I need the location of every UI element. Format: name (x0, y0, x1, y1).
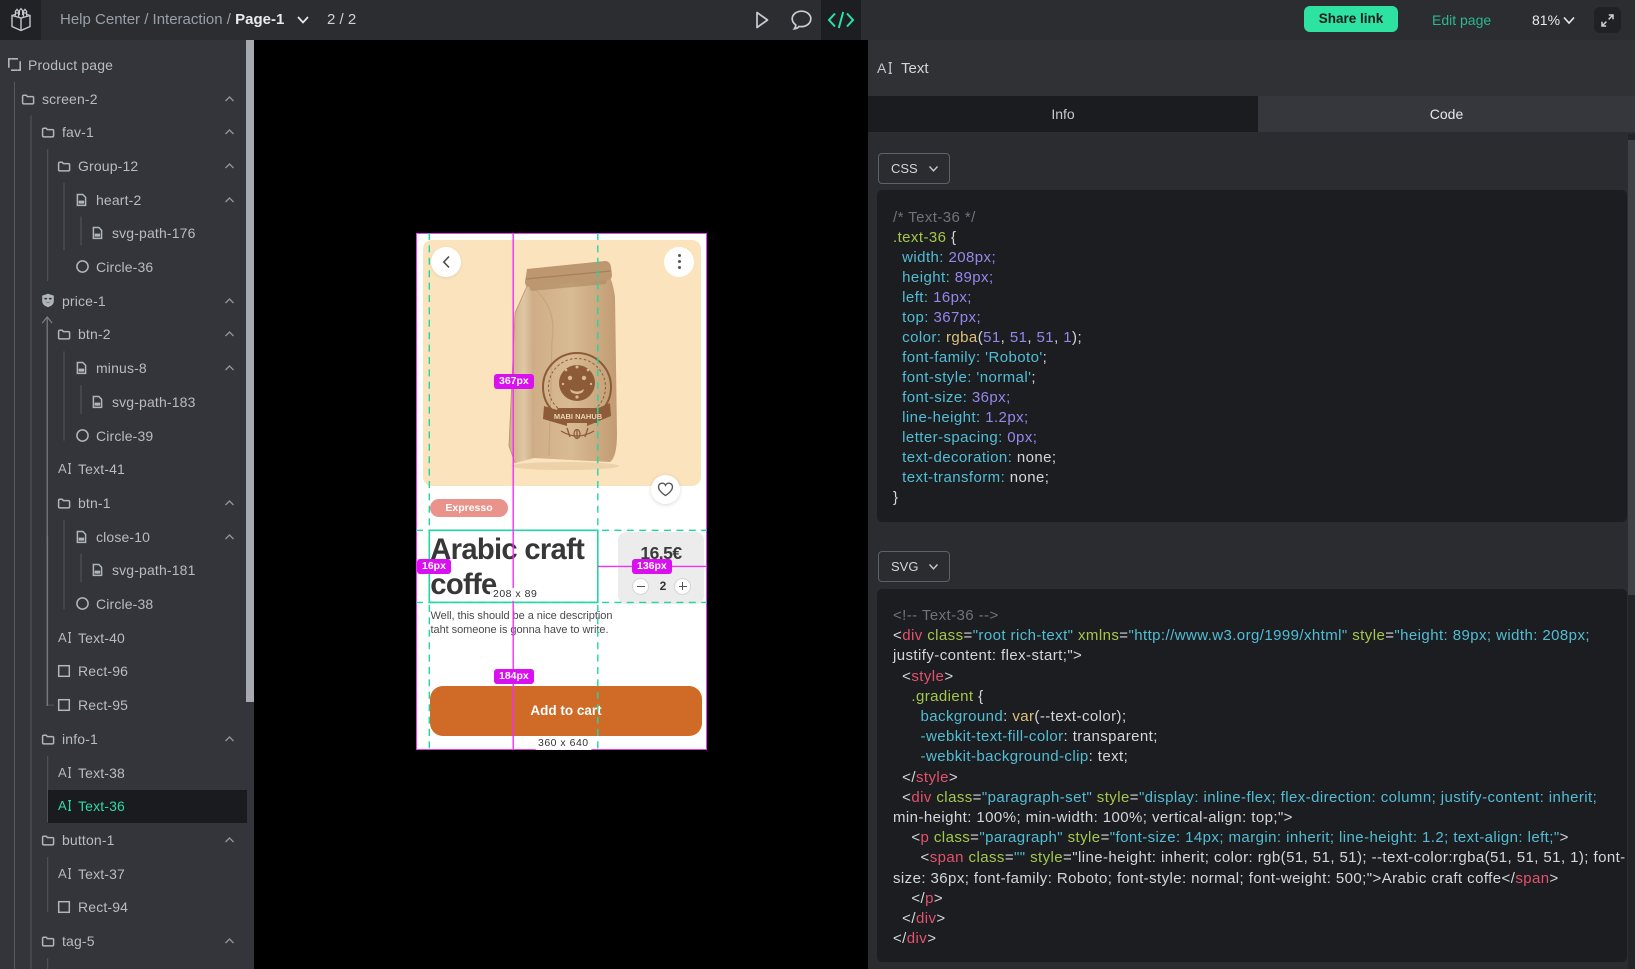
svg-text:A: A (58, 765, 67, 780)
svg-text:A: A (877, 60, 887, 76)
svg-text:A: A (58, 630, 67, 645)
svg-text:A: A (58, 866, 67, 881)
svg-text:A: A (58, 461, 67, 476)
svg-text:A: A (58, 798, 67, 813)
